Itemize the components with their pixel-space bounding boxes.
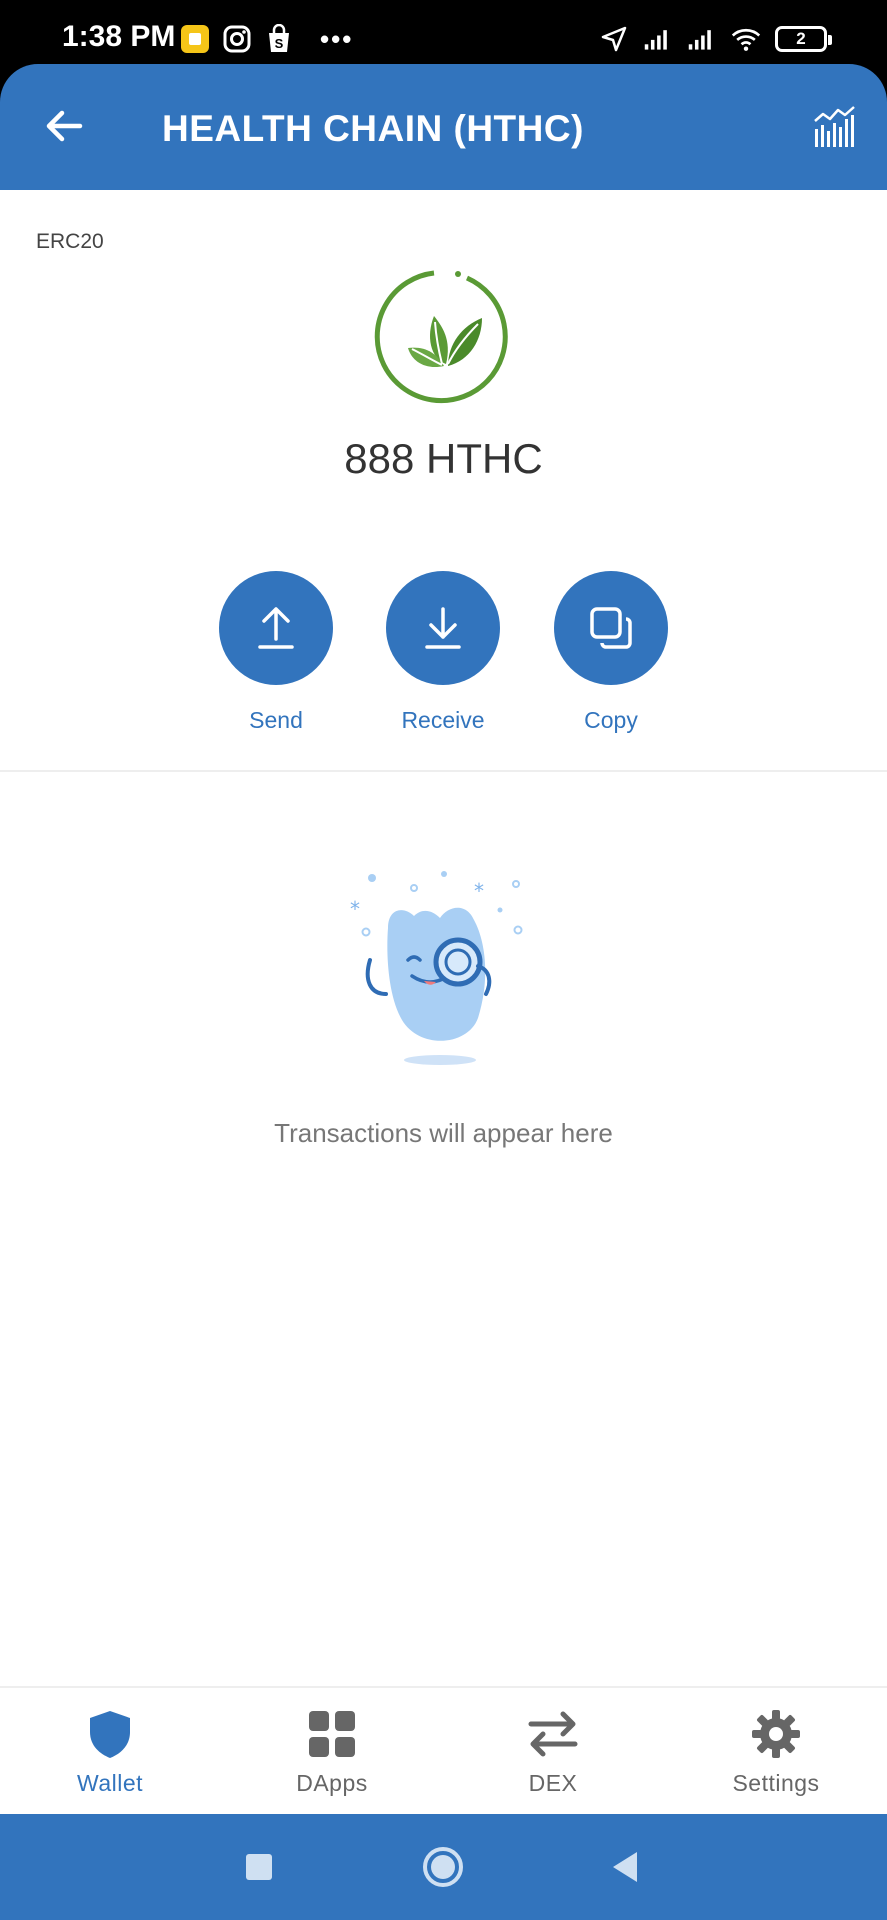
market-chart-button[interactable] — [807, 100, 861, 154]
arrow-left-icon — [46, 110, 83, 142]
app-bar: HEALTH CHAIN (HTHC) — [0, 64, 887, 190]
receive-button[interactable]: Receive — [363, 571, 523, 734]
send-label: Send — [249, 707, 303, 733]
nav-label-dapps: DApps — [296, 1770, 368, 1796]
nav-item-dex[interactable]: DEX — [453, 1688, 653, 1814]
nav-label-wallet: Wallet — [76, 1770, 144, 1796]
more-dots-icon: ••• — [320, 24, 354, 54]
status-time: 1:38 PM — [62, 20, 176, 53]
send-button[interactable]: Send — [196, 571, 356, 734]
nav-item-settings[interactable]: Settings — [676, 1688, 876, 1814]
notification-app-icon — [180, 24, 210, 54]
token-actions: Send Receive Copy — [0, 571, 887, 746]
grid-icon — [306, 1708, 358, 1760]
svg-text:S: S — [275, 36, 284, 51]
upload-icon — [258, 607, 294, 649]
copy-button[interactable]: Copy — [531, 571, 691, 734]
status-system-icons: 2 — [599, 24, 832, 54]
svg-text:*: * — [350, 897, 360, 921]
status-bar: 1:38 PM S ••• 2 — [0, 0, 887, 72]
system-nav-bar — [0, 1814, 887, 1920]
token-standard-label: ERC20 — [36, 230, 104, 253]
empty-transactions-text: Transactions will appear here — [274, 1118, 613, 1148]
leaf-logo-icon — [374, 266, 514, 406]
swap-icon — [527, 1708, 579, 1760]
home-circle-icon[interactable] — [420, 1844, 466, 1890]
battery-icon: 2 — [775, 26, 832, 52]
gear-icon — [750, 1708, 802, 1760]
location-arrow-icon — [599, 24, 629, 54]
status-notification-icons: S ••• — [180, 24, 353, 54]
recents-square-icon[interactable] — [236, 1844, 282, 1890]
svg-text:*: * — [474, 879, 484, 903]
download-icon — [425, 607, 461, 649]
chart-icon — [814, 106, 855, 147]
nav-item-wallet[interactable]: Wallet — [10, 1688, 210, 1814]
wifi-icon — [731, 24, 761, 54]
bottom-nav: Wallet DApps DEX Settings — [0, 1686, 887, 1814]
nav-label-dex: DEX — [528, 1770, 578, 1796]
copy-label: Copy — [584, 707, 638, 733]
section-divider — [0, 770, 887, 772]
shield-icon — [84, 1708, 136, 1760]
instagram-icon — [222, 24, 252, 54]
token-detail-content: ERC20 888 HTHC Send Receive Copy * * Tra… — [0, 190, 887, 1686]
nav-item-dapps[interactable]: DApps — [232, 1688, 432, 1814]
page-title: HEALTH CHAIN (HTHC) — [162, 108, 584, 149]
signal-icon — [643, 24, 673, 54]
shop-icon: S — [264, 24, 294, 54]
mascot-magnifier-illustration: * * — [330, 870, 550, 1070]
back-button[interactable] — [34, 96, 94, 156]
token-balance: 888 HTHC — [344, 435, 543, 482]
back-triangle-icon[interactable] — [602, 1844, 648, 1890]
signal-icon — [687, 24, 717, 54]
receive-label: Receive — [401, 707, 485, 733]
copy-icon — [590, 607, 632, 649]
nav-label-settings: Settings — [732, 1770, 820, 1796]
